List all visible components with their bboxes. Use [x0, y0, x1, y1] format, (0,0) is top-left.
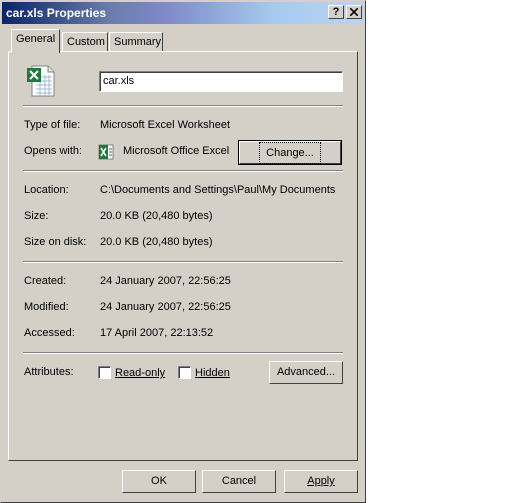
hidden-checkbox[interactable]: [178, 366, 191, 379]
size-label: Size:: [24, 210, 49, 222]
excel-file-icon: [27, 65, 55, 97]
tab-custom-label: Custom: [67, 36, 105, 48]
size-on-disk-value: 20.0 KB (20,480 bytes): [100, 236, 213, 248]
help-button[interactable]: ?: [328, 5, 344, 19]
advanced-button-label: Advanced...: [276, 366, 336, 378]
tab-general-label: General: [16, 33, 56, 45]
type-label: Type of file:: [24, 119, 81, 131]
type-value: Microsoft Excel Worksheet: [100, 119, 231, 131]
opens-with-value: Microsoft Office Excel: [123, 145, 230, 157]
location-value: C:\Documents and Settings\Paul\My Docume…: [100, 184, 336, 196]
attributes-label: Attributes:: [24, 366, 74, 378]
separator: [23, 261, 343, 263]
readonly-checkbox[interactable]: [98, 366, 111, 379]
location-label: Location:: [24, 184, 69, 196]
general-panel: [8, 51, 358, 461]
created-value: 24 January 2007, 22:56:25: [100, 275, 231, 287]
ok-button-label: OK: [151, 475, 167, 487]
tab-summary[interactable]: Summary: [109, 32, 163, 52]
opens-with-label: Opens with:: [24, 145, 83, 157]
apply-button[interactable]: Apply: [284, 470, 358, 493]
properties-dialog: car.xls Properties ? General Custom Summ…: [0, 0, 366, 503]
modified-value: 24 January 2007, 22:56:25: [100, 301, 231, 313]
ok-button[interactable]: OK: [122, 470, 196, 493]
size-value: 20.0 KB (20,480 bytes): [100, 210, 213, 222]
created-label: Created:: [24, 275, 67, 287]
close-button[interactable]: [346, 5, 362, 19]
title-bar[interactable]: car.xls Properties ?: [2, 2, 364, 24]
size-on-disk-label: Size on disk:: [24, 236, 87, 248]
advanced-button[interactable]: Advanced...: [269, 361, 343, 384]
change-button-label: Change...: [259, 142, 321, 164]
readonly-label[interactable]: Read-only: [115, 367, 165, 379]
close-icon: [349, 7, 359, 17]
tab-summary-label: Summary: [114, 36, 162, 48]
filename-input[interactable]: car.xls: [99, 71, 343, 92]
hidden-label[interactable]: Hidden: [195, 367, 230, 379]
excel-app-icon: [98, 144, 114, 160]
accessed-value: 17 April 2007, 22:13:52: [100, 327, 214, 339]
window-title: car.xls Properties: [6, 6, 107, 20]
modified-label: Modified:: [24, 301, 69, 313]
tab-custom[interactable]: Custom: [62, 32, 108, 52]
accessed-label: Accessed:: [24, 327, 75, 339]
cancel-button[interactable]: Cancel: [202, 470, 276, 493]
separator: [23, 352, 343, 354]
change-button[interactable]: Change...: [238, 140, 342, 165]
tab-general[interactable]: General: [11, 29, 60, 53]
separator: [23, 170, 343, 172]
apply-button-label: Apply: [307, 475, 335, 487]
separator: [23, 105, 343, 107]
cancel-button-label: Cancel: [221, 475, 257, 487]
